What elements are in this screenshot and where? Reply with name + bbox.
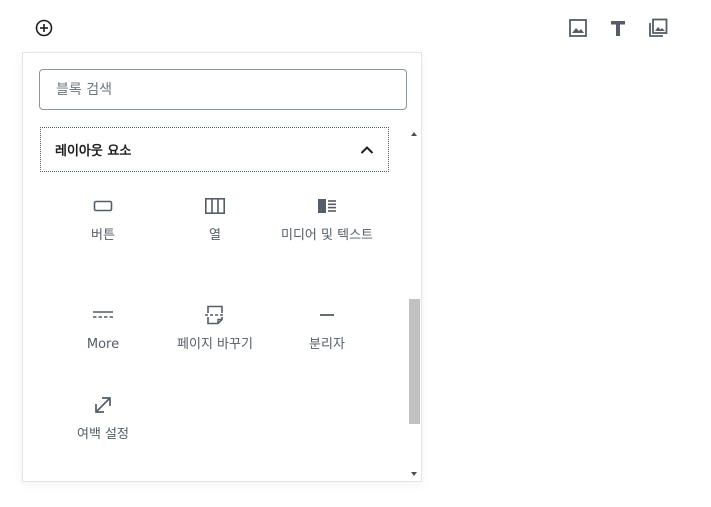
columns-icon [203, 194, 227, 218]
button-icon [91, 194, 115, 218]
block-item-more[interactable]: More [47, 303, 159, 353]
gallery-icon [648, 18, 668, 42]
block-item-label: 미디어 및 텍스트 [281, 228, 373, 243]
insert-gallery-button[interactable] [646, 18, 670, 42]
insert-text-button[interactable] [606, 18, 630, 42]
add-block-button[interactable] [32, 18, 56, 42]
block-item-columns[interactable]: 열 [159, 194, 271, 244]
block-item-label: 분리자 [309, 337, 345, 352]
block-item-page-break[interactable]: 페이지 바꾸기 [159, 303, 271, 353]
more-icon [91, 303, 115, 327]
block-search-input[interactable] [39, 69, 407, 110]
block-item-media-text[interactable]: 미디어 및 텍스트 [271, 194, 383, 244]
block-item-label: 버튼 [91, 228, 115, 243]
block-item-label: 열 [209, 228, 221, 243]
image-icon [568, 18, 588, 42]
block-item-label: 여백 설정 [77, 427, 129, 442]
inserter-scrollbar[interactable] [408, 127, 421, 481]
block-item-label: More [86, 337, 120, 352]
block-item-spacer[interactable]: 여백 설정 [47, 393, 159, 443]
page-break-icon [203, 303, 227, 327]
text-icon [608, 18, 628, 42]
scroll-up-arrow-icon[interactable] [411, 132, 417, 136]
block-item-separator[interactable]: 분리자 [271, 303, 383, 353]
scrollbar-thumb[interactable] [409, 299, 420, 424]
block-inserter-panel: 레이아웃 요소 버튼 열 [22, 52, 422, 482]
chevron-up-icon [360, 140, 374, 159]
spacer-icon [91, 393, 115, 417]
layout-elements-panel-toggle[interactable]: 레이아웃 요소 [40, 127, 389, 172]
block-item-button[interactable]: 버튼 [47, 194, 159, 244]
insert-image-button[interactable] [566, 18, 590, 42]
plus-circle-icon [34, 18, 54, 42]
block-item-label: 페이지 바꾸기 [177, 337, 253, 352]
media-text-icon [315, 194, 339, 218]
panel-title: 레이아웃 요소 [55, 144, 132, 159]
separator-icon [315, 303, 339, 327]
scroll-down-arrow-icon[interactable] [411, 472, 417, 476]
